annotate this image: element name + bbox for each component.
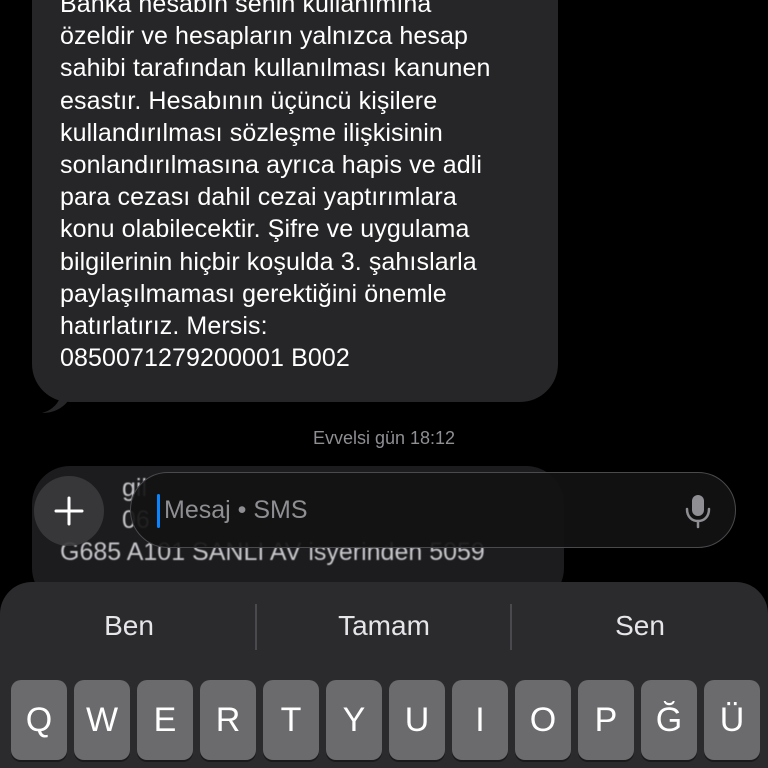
message-line: paylaşılmaması gerektiğini önemle [60,279,447,308]
key-u[interactable]: U [389,680,445,760]
key-p[interactable]: P [578,680,634,760]
key-g-breve[interactable]: Ğ [641,680,697,760]
key-u-umlaut[interactable]: Ü [704,680,760,760]
add-attachment-button[interactable] [34,476,104,546]
message-line: Banka hesabın senin kullanımına [60,0,432,18]
key-q[interactable]: Q [11,680,67,760]
message-line: para cezası dahil cezai yaptırımlara [60,183,457,212]
suggestion-divider [510,604,512,650]
key-o[interactable]: O [515,680,571,760]
key-e[interactable]: E [137,680,193,760]
microphone-icon[interactable] [684,493,712,529]
message-line: sahibi tarafından kullanılması kanunen [60,54,491,83]
message-line: özeldir ve hesapların yalnızca hesap [60,22,469,51]
suggestion-ben[interactable]: Ben [29,610,229,642]
bubble-tail [42,388,70,413]
plus-icon [54,496,84,526]
key-y[interactable]: Y [326,680,382,760]
message-line: bilgilerinin hiçbir koşulda 3. şahıslarl… [60,247,477,276]
message-line: konu olabilecektir. Şifre ve uygulama [60,215,470,244]
messages-screen: Banka hesabın senin kullanımına özeldir … [0,0,768,768]
message-line: hatırlatırız. Mersis: [60,312,268,341]
message-text: Banka hesabın senin kullanımına özeldir … [60,0,550,374]
suggestion-divider [255,604,257,650]
key-i[interactable]: I [452,680,508,760]
message-line: esastır. Hesabının üçüncü kişilere [60,86,438,115]
suggestion-tamam[interactable]: Tamam [284,610,484,642]
key-w[interactable]: W [74,680,130,760]
message-timestamp: Evvelsi gün 18:12 [312,428,456,448]
key-t[interactable]: T [263,680,319,760]
message-input-placeholder: Mesaj • SMS [164,496,308,524]
message-line: sonlandırılmasına ayrıca hapis ve adli [60,151,483,180]
text-cursor [157,494,160,528]
suggestion-sen[interactable]: Sen [540,610,740,642]
message-line: kullandırılması sözleşme ilişkisinin [60,118,443,147]
key-r[interactable]: R [200,680,256,760]
message-line: 0850071279200001 B002 [60,344,350,373]
